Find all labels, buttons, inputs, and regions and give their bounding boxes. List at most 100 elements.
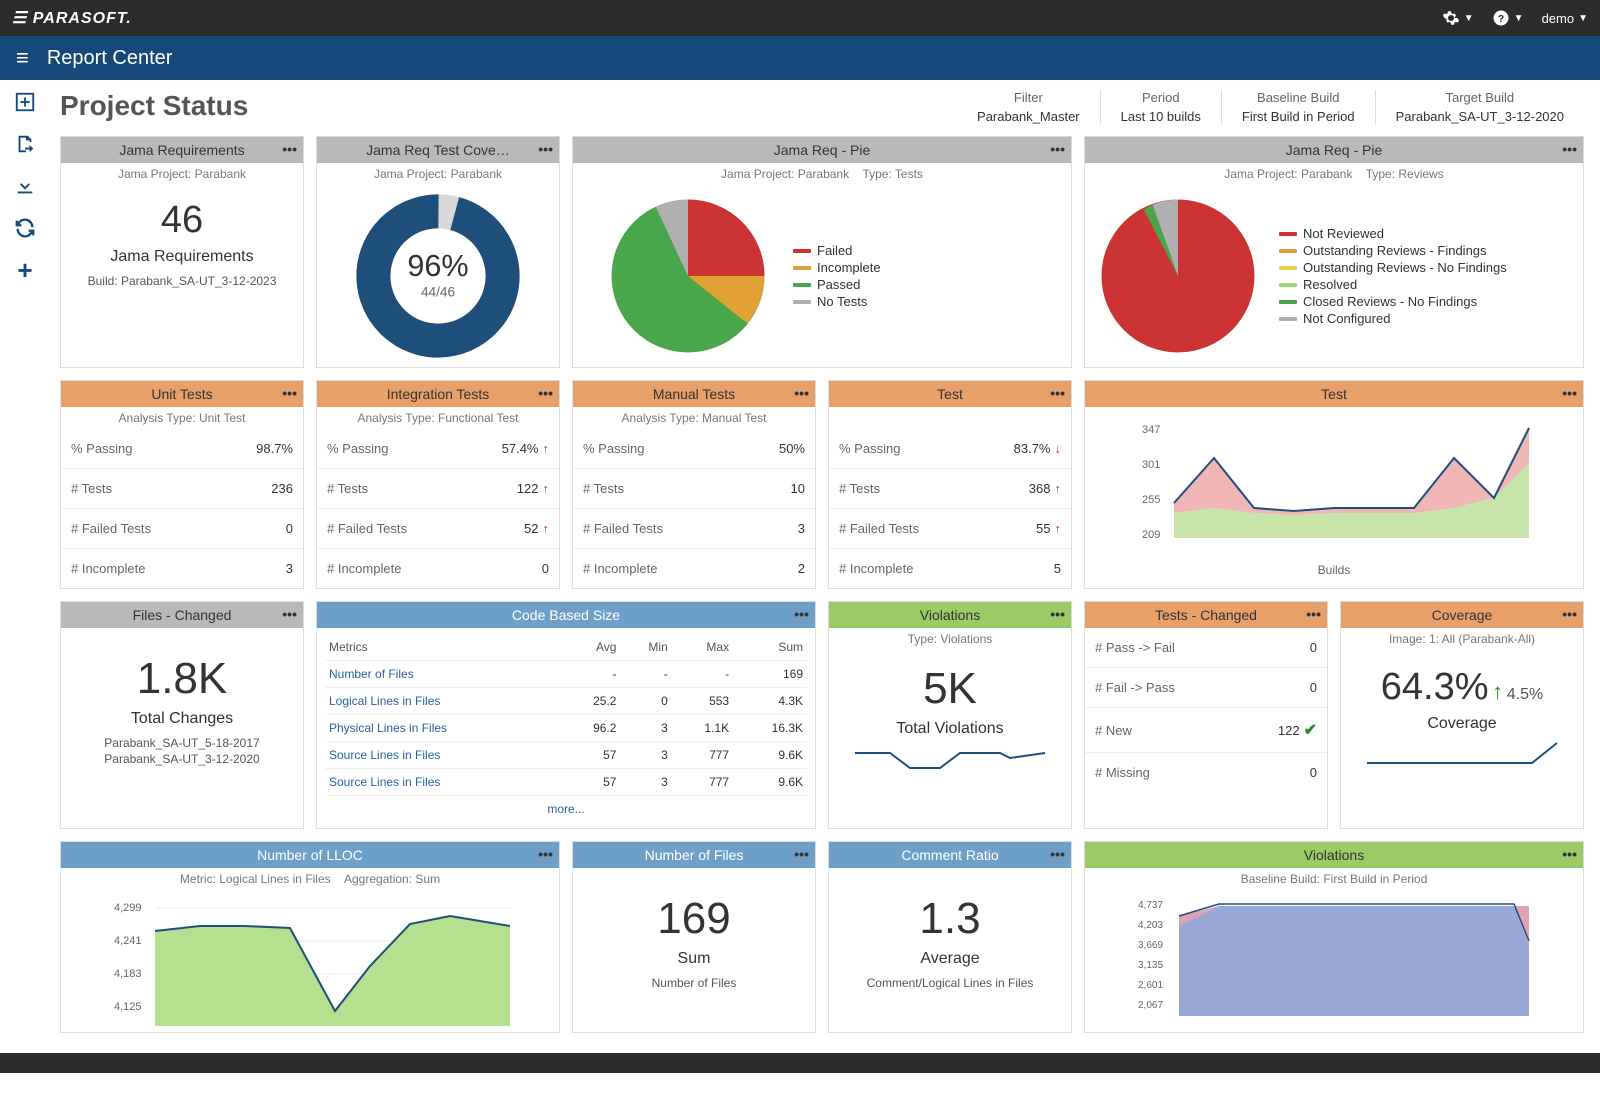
widget-manual-tests: Manual Tests••• Analysis Type: Manual Te… bbox=[572, 380, 816, 589]
filter-cell[interactable]: PeriodLast 10 builds bbox=[1100, 90, 1221, 124]
widget-menu[interactable]: ••• bbox=[1562, 385, 1577, 401]
widget-title: Integration Tests bbox=[387, 386, 489, 402]
widget-test-summary: Test••• % Passing83.7% ↓# Tests368 ↑# Fa… bbox=[828, 380, 1072, 589]
widget-menu[interactable]: ••• bbox=[794, 846, 809, 862]
table-row[interactable]: Physical Lines in Files96.231.1K16.3K bbox=[325, 715, 807, 742]
topbar: ☰ PARASOFT. ▼ ? ▼ demo ▼ bbox=[0, 0, 1600, 36]
table-row[interactable]: Source Lines in Files5737779.6K bbox=[325, 742, 807, 769]
stat-label: % Passing bbox=[583, 441, 644, 456]
widget-menu[interactable]: ••• bbox=[794, 606, 809, 622]
widget-jama-coverage: Jama Req Test Cove…••• Jama Project: Par… bbox=[316, 136, 560, 368]
table-row[interactable]: Logical Lines in Files25.205534.3K bbox=[325, 688, 807, 715]
widget-title: Jama Req Test Cove… bbox=[366, 142, 510, 158]
user-label: demo bbox=[1542, 11, 1575, 26]
subbar: ≡ Report Center bbox=[0, 36, 1600, 80]
area-chart: 4,299 4,241 4,183 4,125 bbox=[69, 896, 551, 1026]
widget-title: Comment Ratio bbox=[901, 847, 998, 863]
widget-menu[interactable]: ••• bbox=[1050, 606, 1065, 622]
filter-cell[interactable]: Target BuildParabank_SA-UT_3-12-2020 bbox=[1375, 90, 1584, 124]
stat-label: # Failed Tests bbox=[71, 521, 151, 536]
widget-menu[interactable]: ••• bbox=[282, 385, 297, 401]
widget-menu[interactable]: ••• bbox=[1562, 606, 1577, 622]
stat-value: 5 bbox=[1054, 561, 1061, 576]
widget-menu[interactable]: ••• bbox=[282, 606, 297, 622]
arrow-up-icon: ↑ bbox=[543, 481, 550, 496]
page-title: Project Status bbox=[60, 90, 248, 122]
widget-title: Violations bbox=[1304, 847, 1364, 863]
gear-icon bbox=[1442, 9, 1460, 27]
user-menu[interactable]: demo ▼ bbox=[1542, 11, 1588, 26]
side-nav: + bbox=[0, 80, 50, 1053]
refresh-button[interactable] bbox=[13, 216, 37, 240]
widget-title: Files - Changed bbox=[133, 607, 232, 623]
widget-jama-requirements: Jama Requirements ••• Jama Project: Parab… bbox=[60, 136, 304, 368]
stat-value: 0 bbox=[1310, 640, 1317, 655]
widget-title: Test bbox=[1321, 386, 1347, 402]
stat-row: # Missing0 bbox=[1085, 753, 1327, 792]
stat-label: # Incomplete bbox=[71, 561, 145, 576]
stat-row: # Incomplete 5 bbox=[829, 549, 1071, 588]
stat-label: Jama Requirements bbox=[69, 248, 295, 266]
widget-menu[interactable]: ••• bbox=[1050, 846, 1065, 862]
table-row[interactable]: Source Lines in Files5737779.6K bbox=[325, 769, 807, 796]
donut-chart: 96% 44/46 bbox=[353, 191, 523, 361]
widget-title: Violations bbox=[920, 607, 980, 623]
stat-value: 0 bbox=[1310, 765, 1317, 780]
widget-menu[interactable]: ••• bbox=[1562, 846, 1577, 862]
widget-title: Jama Req - Pie bbox=[1286, 142, 1382, 158]
area-chart: 4,737 4,203 3,669 3,135 2,601 2,067 bbox=[1093, 896, 1575, 1016]
download-button[interactable] bbox=[13, 174, 37, 198]
stat-value: 52 ↑ bbox=[524, 521, 549, 536]
export-button[interactable] bbox=[13, 132, 37, 156]
widget-subtitle: Jama Project: Parabank bbox=[61, 163, 303, 185]
widget-number-files: Number of Files••• 169 Sum Number of Fil… bbox=[572, 841, 816, 1033]
stat-value: 0 bbox=[286, 521, 293, 536]
widget-title: Jama Requirements bbox=[119, 142, 244, 158]
stat-value: 57.4% ↑ bbox=[502, 441, 549, 456]
widget-menu[interactable]: ••• bbox=[538, 385, 553, 401]
x-axis-label: Builds bbox=[1093, 563, 1575, 577]
widget-menu[interactable]: ••• bbox=[1562, 141, 1577, 157]
svg-text:4,737: 4,737 bbox=[1138, 900, 1163, 911]
filter-cell[interactable]: FilterParabank_Master bbox=[957, 90, 1100, 124]
widget-menu[interactable]: ••• bbox=[538, 846, 553, 862]
more-link[interactable]: more... bbox=[325, 796, 807, 822]
widget-title: Coverage bbox=[1432, 607, 1493, 623]
stat-label: # Tests bbox=[71, 481, 112, 496]
stat-label: # Incomplete bbox=[839, 561, 913, 576]
widget-menu[interactable]: ••• bbox=[282, 141, 297, 157]
arrow-down-icon: ↓ bbox=[1055, 441, 1062, 456]
filter-cell[interactable]: Baseline BuildFirst Build in Period bbox=[1221, 90, 1375, 124]
widget-menu[interactable]: ••• bbox=[1050, 385, 1065, 401]
stat-label: # Tests bbox=[327, 481, 368, 496]
widget-menu[interactable]: ••• bbox=[1050, 141, 1065, 157]
widget-title: Code Based Size bbox=[512, 607, 620, 623]
help-icon: ? bbox=[1492, 9, 1510, 27]
widget-menu[interactable]: ••• bbox=[794, 385, 809, 401]
arrow-up-icon: ↑ bbox=[543, 521, 550, 536]
stat-label: # Incomplete bbox=[583, 561, 657, 576]
menu-toggle[interactable]: ≡ bbox=[16, 45, 29, 71]
settings-menu[interactable]: ▼ bbox=[1442, 9, 1474, 27]
table-row[interactable]: Number of Files---169 bbox=[325, 661, 807, 688]
add-widget-button[interactable] bbox=[13, 90, 37, 114]
widget-title: Number of Files bbox=[645, 847, 744, 863]
help-menu[interactable]: ? ▼ bbox=[1492, 9, 1524, 27]
widget-violations: Violations••• Type: Violations 5K Total … bbox=[828, 601, 1072, 829]
widget-title: Unit Tests bbox=[151, 386, 212, 402]
caret-down-icon: ▼ bbox=[1514, 13, 1524, 24]
widget-menu[interactable]: ••• bbox=[1306, 606, 1321, 622]
widget-title: Test bbox=[937, 386, 963, 402]
stat-value: 3 bbox=[286, 561, 293, 576]
stat-row: # Failed Tests 0 bbox=[61, 509, 303, 549]
sparkline bbox=[1349, 733, 1575, 773]
stat-value: 55 ↑ bbox=[1036, 521, 1061, 536]
add-button[interactable]: + bbox=[13, 258, 37, 282]
widget-tests-changed: Tests - Changed••• # Pass -> Fail0 # Fai… bbox=[1084, 601, 1328, 829]
stat-value: 98.7% bbox=[256, 441, 293, 456]
stat-row: # Failed Tests52 ↑ bbox=[317, 509, 559, 549]
arrow-up-icon: ↑ bbox=[1492, 679, 1503, 704]
widget-number-lloc: Number of LLOC••• Metric: Logical Lines … bbox=[60, 841, 560, 1033]
widget-menu[interactable]: ••• bbox=[538, 141, 553, 157]
widget-title: Jama Req - Pie bbox=[774, 142, 870, 158]
